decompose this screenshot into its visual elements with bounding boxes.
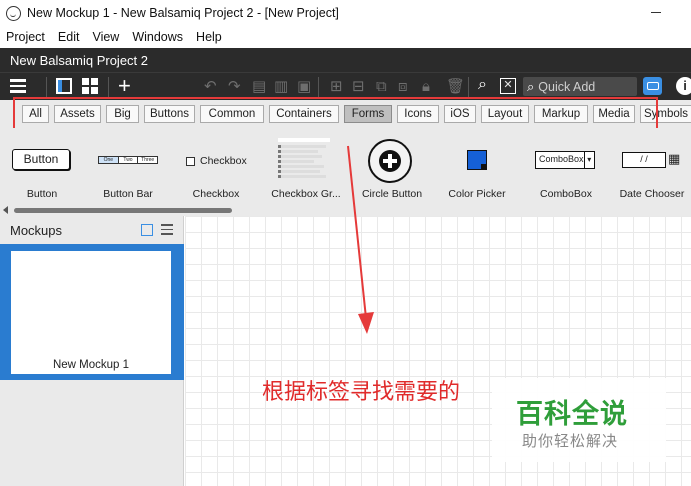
- window-title: New Mockup 1 - New Balsamiq Project 2 - …: [27, 6, 339, 20]
- menu-project[interactable]: Project: [6, 30, 45, 44]
- library-item-label: Circle Button: [361, 188, 423, 200]
- undo-icon[interactable]: ↶: [204, 77, 217, 97]
- redo-icon[interactable]: ↷: [228, 77, 241, 97]
- tab-symbols[interactable]: Symbols: [640, 105, 691, 123]
- send-backward-icon[interactable]: ⧈: [398, 77, 408, 97]
- ungroup-icon[interactable]: ⊟: [352, 77, 365, 97]
- button-preview: Button: [12, 149, 70, 170]
- chat-icon[interactable]: [643, 77, 662, 95]
- tab-layout[interactable]: Layout: [481, 105, 529, 123]
- tab-all[interactable]: All: [22, 105, 49, 123]
- library-item-label: Checkbox Gr...: [271, 188, 341, 200]
- delete-icon[interactable]: 🗑︎: [446, 77, 465, 97]
- tab-ios[interactable]: iOS: [444, 105, 476, 123]
- tab-media[interactable]: Media: [593, 105, 635, 123]
- calendar-icon: ▦: [668, 151, 681, 166]
- lock-icon[interactable]: 🔒︎: [422, 77, 430, 97]
- menu-view[interactable]: View: [92, 30, 119, 44]
- library-item-date-chooser[interactable]: / / ▦ Date Chooser: [610, 128, 691, 208]
- library-item-checkbox-group[interactable]: Checkbox Gr...: [260, 128, 352, 208]
- tab-containers[interactable]: Containers: [269, 105, 339, 123]
- library-item-label: Color Picker: [448, 188, 506, 200]
- tab-common[interactable]: Common: [200, 105, 264, 123]
- checkbox-preview: Checkbox: [186, 155, 247, 167]
- watermark-title: 百科全说: [516, 399, 628, 429]
- grid-view-icon[interactable]: [82, 78, 98, 94]
- library-item-color-picker[interactable]: Color Picker: [432, 128, 522, 208]
- window-title-bar: New Mockup 1 - New Balsamiq Project 2 - …: [0, 0, 691, 26]
- circle-button-preview: [368, 139, 412, 183]
- quick-add-search-icon: ⌕: [527, 78, 535, 94]
- library-item-label: Date Chooser: [619, 188, 685, 200]
- project-name-bar: New Balsamiq Project 2: [0, 48, 691, 72]
- mockup-item-selected[interactable]: New Mockup 1: [0, 244, 184, 380]
- color-picker-preview: [467, 150, 487, 170]
- copy-icon[interactable]: ▤: [252, 77, 266, 97]
- mockups-header: Mockups: [0, 216, 184, 244]
- thumbnail-view-icon[interactable]: [141, 224, 153, 236]
- add-mockup-icon[interactable]: +: [118, 74, 131, 98]
- combobox-preview: ComboBox ▾: [535, 151, 595, 169]
- library-item-label: Checkbox: [192, 188, 240, 200]
- menu-bar: Project Edit View Windows Help: [0, 26, 691, 48]
- library-item-button-bar[interactable]: One Two Three Button Bar: [84, 128, 172, 208]
- watermark: 百科全说 助你轻松解决: [492, 378, 666, 462]
- mockups-panel: Mockups New Mockup 1: [0, 216, 184, 486]
- library-horizontal-scrollbar[interactable]: [14, 208, 232, 213]
- duplicate-icon[interactable]: ▥: [274, 77, 288, 97]
- tab-forms[interactable]: Forms: [344, 105, 392, 123]
- minimize-button[interactable]: [651, 12, 661, 13]
- single-pane-view-icon[interactable]: [56, 78, 72, 94]
- library-item-button[interactable]: Button Button: [0, 128, 84, 208]
- balsamiq-logo-icon: [6, 5, 21, 21]
- scroll-left-arrow-icon[interactable]: [3, 206, 8, 214]
- menu-windows[interactable]: Windows: [132, 30, 183, 44]
- library-item-label: Button Bar: [103, 188, 153, 200]
- paste-icon[interactable]: ▣: [297, 77, 311, 97]
- tab-icons[interactable]: Icons: [397, 105, 439, 123]
- library-item-combobox[interactable]: ComboBox ▾ ComboBox: [522, 128, 610, 208]
- date-chooser-preview: / /: [622, 152, 666, 168]
- component-library: Button Button One Two Three Button Bar C…: [0, 128, 691, 216]
- menu-edit[interactable]: Edit: [58, 30, 80, 44]
- library-item-checkbox[interactable]: Checkbox Checkbox: [172, 128, 260, 208]
- bring-forward-icon[interactable]: ⧉: [376, 77, 387, 97]
- quick-add-placeholder: Quick Add: [538, 79, 596, 94]
- library-item-label: Button: [26, 188, 58, 200]
- group-icon[interactable]: ⊞: [330, 77, 343, 97]
- checkbox-group-preview: [278, 136, 330, 186]
- toolbar: + ↶ ↷ ▤ ▥ ▣ ⊞ ⊟ ⧉ ⧈ 🔒︎ 🗑︎ ⌕ ✕ ⌕ Quick Ad…: [0, 72, 691, 100]
- hamburger-menu-icon[interactable]: [10, 79, 28, 93]
- library-item-label: ComboBox: [540, 188, 592, 200]
- close-window-icon[interactable]: ✕: [500, 78, 516, 94]
- tab-assets[interactable]: Assets: [54, 105, 101, 123]
- menu-help[interactable]: Help: [196, 30, 222, 44]
- category-tab-bar: All Assets Big Buttons Common Containers…: [0, 100, 691, 128]
- mockup-thumbnail: New Mockup 1: [11, 251, 171, 374]
- search-icon[interactable]: ⌕: [478, 76, 487, 94]
- mockups-title: Mockups: [10, 222, 63, 238]
- info-icon[interactable]: i: [676, 77, 691, 95]
- tab-markup[interactable]: Markup: [534, 105, 588, 123]
- list-view-icon[interactable]: [161, 224, 173, 235]
- quick-add-input[interactable]: ⌕ Quick Add: [523, 77, 637, 96]
- project-name: New Balsamiq Project 2: [10, 52, 148, 68]
- button-bar-preview: One Two Three: [98, 156, 159, 164]
- tab-big[interactable]: Big: [106, 105, 139, 123]
- annotation-text: 根据标签寻找需要的: [262, 380, 461, 405]
- library-item-circle-button[interactable]: Circle Button: [352, 128, 432, 208]
- mockup-thumbnail-label: New Mockup 1: [52, 359, 130, 371]
- watermark-subtitle: 助你轻松解决: [522, 433, 619, 450]
- tab-buttons[interactable]: Buttons: [144, 105, 195, 123]
